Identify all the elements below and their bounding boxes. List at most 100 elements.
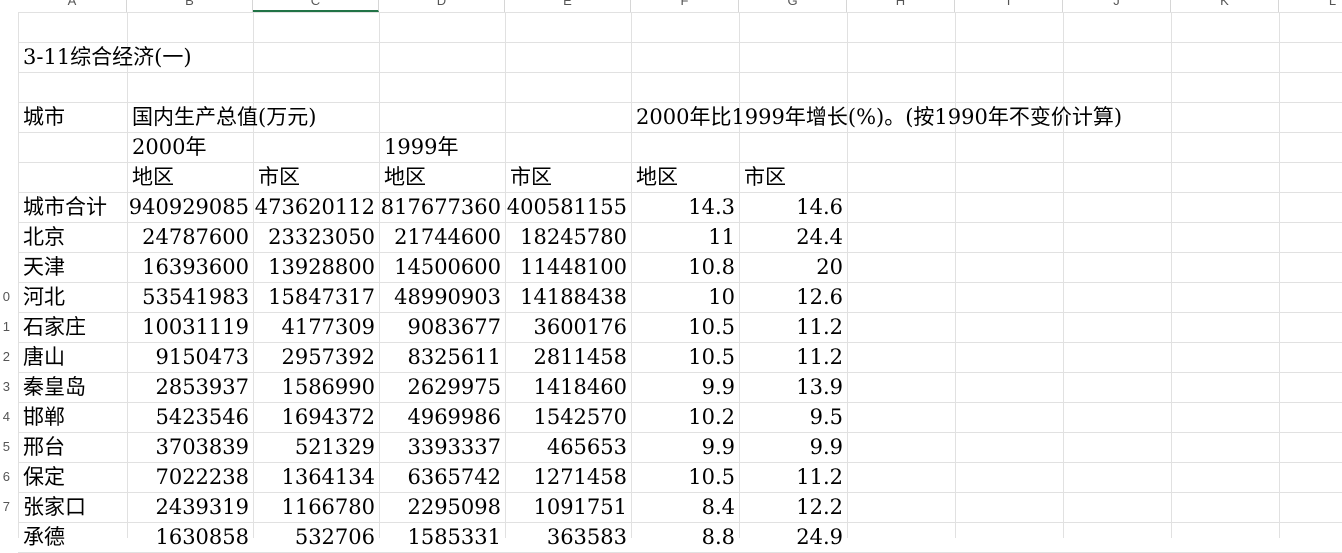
value-cell[interactable]: 18245780	[505, 222, 631, 252]
value-cell[interactable]: 473620112	[253, 192, 379, 222]
row-number[interactable]	[0, 252, 10, 282]
value-cell[interactable]: 1630858	[127, 522, 253, 552]
value-cell[interactable]: 10.5	[631, 342, 739, 372]
value-cell[interactable]: 6365742	[379, 462, 505, 492]
value-cell[interactable]: 9083677	[379, 312, 505, 342]
value-cell[interactable]: 2853937	[127, 372, 253, 402]
header-region-cell[interactable]: 地区	[127, 162, 253, 192]
value-cell[interactable]: 11	[631, 222, 739, 252]
value-cell[interactable]: 24.9	[739, 522, 847, 552]
value-cell[interactable]: 4177309	[253, 312, 379, 342]
value-cell[interactable]: 24787600	[127, 222, 253, 252]
row-number[interactable]	[0, 42, 10, 72]
value-cell[interactable]: 1271458	[505, 462, 631, 492]
city-name-cell[interactable]: 秦皇岛	[18, 372, 127, 402]
value-cell[interactable]: 532706	[253, 522, 379, 552]
column-header-f[interactable]: F	[631, 0, 739, 12]
column-header-d[interactable]: D	[379, 0, 505, 12]
value-cell[interactable]: 13928800	[253, 252, 379, 282]
city-name-cell[interactable]: 北京	[18, 222, 127, 252]
value-cell[interactable]: 14.6	[739, 192, 847, 222]
value-cell[interactable]: 10.2	[631, 402, 739, 432]
row-number[interactable]	[0, 132, 10, 162]
header-year-1999-cell[interactable]: 1999年	[379, 132, 1279, 162]
value-cell[interactable]: 9.9	[739, 432, 847, 462]
value-cell[interactable]: 14188438	[505, 282, 631, 312]
header-growth-cell[interactable]: 2000年比1999年增长(%)。(按1990年不变价计算)	[631, 102, 1342, 132]
value-cell[interactable]: 817677360	[379, 192, 505, 222]
value-cell[interactable]: 12.2	[739, 492, 847, 522]
row-number[interactable]: 6	[0, 462, 10, 492]
city-name-cell[interactable]: 城市合计	[18, 192, 127, 222]
value-cell[interactable]: 4969986	[379, 402, 505, 432]
row-number[interactable]	[0, 102, 10, 132]
value-cell[interactable]: 53541983	[127, 282, 253, 312]
value-cell[interactable]: 11448100	[505, 252, 631, 282]
value-cell[interactable]: 11.2	[739, 462, 847, 492]
value-cell[interactable]: 9.5	[739, 402, 847, 432]
value-cell[interactable]: 3600176	[505, 312, 631, 342]
row-number[interactable]: 5	[0, 432, 10, 462]
row-number[interactable]	[0, 162, 10, 192]
value-cell[interactable]: 9150473	[127, 342, 253, 372]
value-cell[interactable]: 3703839	[127, 432, 253, 462]
column-header-h[interactable]: H	[847, 0, 955, 12]
row-number[interactable]	[0, 192, 10, 222]
row-number[interactable]	[0, 222, 10, 252]
row-number[interactable]: 2	[0, 342, 10, 372]
value-cell[interactable]: 10031119	[127, 312, 253, 342]
row-number[interactable]: 7	[0, 492, 10, 522]
city-name-cell[interactable]: 邯郸	[18, 402, 127, 432]
value-cell[interactable]: 9.9	[631, 432, 739, 462]
value-cell[interactable]: 1091751	[505, 492, 631, 522]
value-cell[interactable]: 1166780	[253, 492, 379, 522]
column-header-c[interactable]: C	[253, 0, 379, 12]
header-region-cell[interactable]: 地区	[631, 162, 739, 192]
value-cell[interactable]: 400581155	[505, 192, 631, 222]
value-cell[interactable]: 1694372	[253, 402, 379, 432]
row-number[interactable]: 0	[0, 282, 10, 312]
value-cell[interactable]: 14.3	[631, 192, 739, 222]
value-cell[interactable]: 21744600	[379, 222, 505, 252]
value-cell[interactable]: 12.6	[739, 282, 847, 312]
value-cell[interactable]: 14500600	[379, 252, 505, 282]
value-cell[interactable]: 24.4	[739, 222, 847, 252]
value-cell[interactable]: 10.8	[631, 252, 739, 282]
value-cell[interactable]: 2439319	[127, 492, 253, 522]
value-cell[interactable]: 2811458	[505, 342, 631, 372]
row-number[interactable]: 4	[0, 402, 10, 432]
row-number[interactable]: 1	[0, 312, 10, 342]
row-number[interactable]: 3	[0, 372, 10, 402]
city-name-cell[interactable]: 河北	[18, 282, 127, 312]
header-urban-cell[interactable]: 市区	[505, 162, 631, 192]
column-header-a[interactable]: A	[18, 0, 127, 12]
value-cell[interactable]: 1364134	[253, 462, 379, 492]
header-urban-cell[interactable]: 市区	[253, 162, 379, 192]
row-number[interactable]	[0, 12, 10, 42]
city-name-cell[interactable]: 保定	[18, 462, 127, 492]
header-urban-cell[interactable]: 市区	[739, 162, 847, 192]
value-cell[interactable]: 1418460	[505, 372, 631, 402]
value-cell[interactable]: 10.5	[631, 312, 739, 342]
value-cell[interactable]: 465653	[505, 432, 631, 462]
value-cell[interactable]: 7022238	[127, 462, 253, 492]
column-header-i[interactable]: I	[955, 0, 1063, 12]
value-cell[interactable]: 5423546	[127, 402, 253, 432]
value-cell[interactable]: 10.5	[631, 462, 739, 492]
value-cell[interactable]: 8.4	[631, 492, 739, 522]
value-cell[interactable]: 48990903	[379, 282, 505, 312]
value-cell[interactable]: 521329	[253, 432, 379, 462]
column-header-e[interactable]: E	[505, 0, 631, 12]
city-name-cell[interactable]: 邢台	[18, 432, 127, 462]
row-number[interactable]	[0, 522, 10, 552]
city-name-cell[interactable]: 承德	[18, 522, 127, 552]
header-region-cell[interactable]: 地区	[379, 162, 505, 192]
city-name-cell[interactable]: 天津	[18, 252, 127, 282]
column-header-g[interactable]: G	[739, 0, 847, 12]
value-cell[interactable]: 1542570	[505, 402, 631, 432]
value-cell[interactable]: 3393337	[379, 432, 505, 462]
value-cell[interactable]: 15847317	[253, 282, 379, 312]
column-header-b[interactable]: B	[127, 0, 253, 12]
value-cell[interactable]: 11.2	[739, 342, 847, 372]
value-cell[interactable]: 23323050	[253, 222, 379, 252]
